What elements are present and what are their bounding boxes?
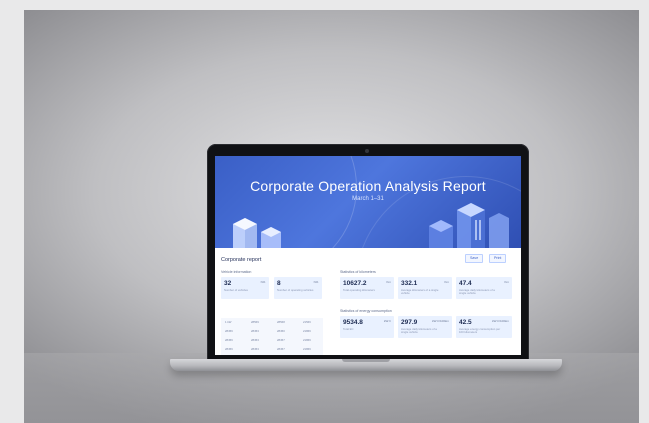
laptop-lid: Corporate Operation Analysis Report Marc… <box>207 144 529 361</box>
vehicle-table: 1 kW 28569 28568 21566 28456 28453 28450… <box>221 318 323 355</box>
laptop-notch <box>342 359 390 362</box>
print-button[interactable]: Print <box>489 254 507 263</box>
km-stats-heading: Statistics of kilometers <box>340 270 376 274</box>
total-ec-card: 9534.8 kW·h Total EC <box>340 316 394 338</box>
save-button[interactable]: Save <box>465 254 484 263</box>
operating-vehicles-card: 8 NO. Number of operating vehicles <box>274 277 322 299</box>
report-body: Corporate report Save Print Vehicle info… <box>215 248 521 355</box>
building-illustration-left <box>233 218 281 248</box>
camera-icon <box>365 149 369 153</box>
vehicle-info-heading: Vehicle information <box>221 270 252 274</box>
table-row: 28456 28453 28450 21866 <box>225 329 311 333</box>
report-date-range: March 1–31 <box>352 196 384 202</box>
ec-per-100km-card: 42.5 kW·h/100km Average energy consumpti… <box>456 316 512 338</box>
table-row: 28456 28453 28457 21866 <box>225 347 311 351</box>
report-title: Corporate Operation Analysis Report <box>250 178 486 194</box>
laptop-screen: Corporate Operation Analysis Report Marc… <box>215 156 521 355</box>
total-km-card: 10627.2 Km Total operating kilometers <box>340 277 394 299</box>
section-title: Corporate report <box>221 257 262 263</box>
avg-daily-ec-card: 297.9 kW·h/100km Average daily kilometer… <box>398 316 452 338</box>
table-row: 28456 28453 28457 21866 <box>225 338 311 342</box>
table-row: 1 kW 28569 28568 21566 <box>225 320 311 324</box>
vehicle-count-card: 32 NO. Number of vehicles <box>221 277 269 299</box>
avg-km-card: 332.1 Km Average kilometers of a single … <box>398 277 452 299</box>
building-illustration-right <box>429 203 509 248</box>
report-banner: Corporate Operation Analysis Report Marc… <box>215 156 521 248</box>
background-scene: Corporate Operation Analysis Report Marc… <box>24 10 639 423</box>
laptop-base <box>170 359 562 371</box>
energy-stats-heading: Statistics of energy consumption <box>340 309 392 313</box>
avg-daily-km-card: 47.4 Km Average daily kilometers of a si… <box>456 277 512 299</box>
